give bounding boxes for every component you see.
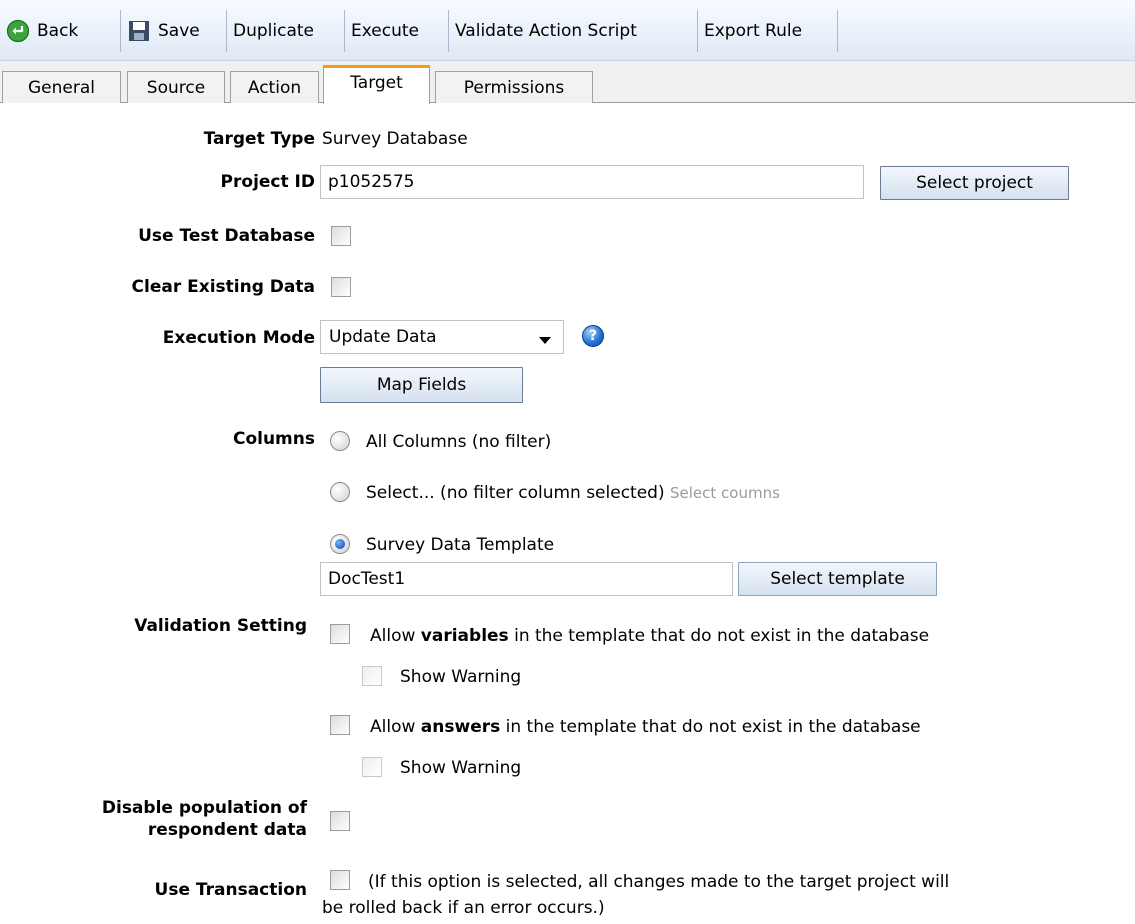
allow-answers-post: in the template that do not exist in the… [500,717,921,737]
tab-source[interactable]: Source [127,71,225,103]
use-transaction-label: Use Transaction [154,880,307,900]
clear-existing-data-checkbox[interactable] [331,277,351,297]
template-input[interactable] [320,562,733,596]
target-type-value: Survey Database [322,129,468,149]
use-transaction-note-line1: (If this option is selected, all changes… [368,872,950,892]
select-project-button[interactable]: Select project [880,166,1069,200]
tab-general[interactable]: General [2,71,121,103]
disable-population-line1: Disable population of [101,798,307,818]
save-button[interactable]: Save [121,10,227,52]
select-columns-text: Select... (no filter column selected) [366,483,665,503]
show-warning-variables-label: Show Warning [400,667,522,687]
survey-data-template-label: Survey Data Template [366,535,555,555]
export-rule-button[interactable]: Export Rule [698,10,838,52]
radio-survey-data-template[interactable] [330,534,350,554]
disable-population-checkbox[interactable] [330,811,350,831]
select-columns-label: Select... (no filter column selected) Se… [366,483,780,503]
show-warning-answers-checkbox[interactable] [362,757,382,777]
duplicate-label: Duplicate [233,21,314,41]
floppy-disk-icon [127,19,151,43]
allow-variables-label: Allow variables in the template that do … [370,626,929,646]
use-test-database-checkbox[interactable] [331,226,351,246]
clear-existing-data-label: Clear Existing Data [131,277,315,297]
execute-label: Execute [351,21,419,41]
disable-population-line2: respondent data [147,820,307,840]
show-warning-answers-label: Show Warning [400,758,522,778]
validate-action-script-button[interactable]: Validate Action Script [449,10,698,52]
execution-mode-value: Update Data [329,327,437,347]
allow-variables-bold: variables [420,626,509,646]
save-label: Save [158,21,200,41]
map-fields-button[interactable]: Map Fields [320,367,523,403]
execution-mode-select[interactable]: Update Data [320,320,564,354]
chevron-down-icon [539,337,551,344]
disable-population-label: Disable population of respondent data [102,797,307,841]
help-icon[interactable]: ? [582,325,604,347]
allow-answers-pre: Allow [370,717,421,737]
execute-button[interactable]: Execute [345,10,449,52]
allow-answers-label: Allow answers in the template that do no… [370,717,921,737]
back-button[interactable]: Back [0,10,121,52]
project-id-input[interactable] [320,165,864,199]
duplicate-button[interactable]: Duplicate [227,10,345,52]
back-arrow-icon [6,19,30,43]
use-transaction-checkbox[interactable] [330,870,350,890]
columns-label: Columns [232,429,315,449]
allow-variables-checkbox[interactable] [330,624,350,644]
use-test-database-label: Use Test Database [138,226,315,246]
project-id-label: Project ID [220,172,315,192]
select-template-button[interactable]: Select template [738,562,937,596]
allow-answers-checkbox[interactable] [330,715,350,735]
toolbar: Back Save Duplicate Execute Validate Act… [0,0,1135,61]
allow-variables-pre: Allow [370,626,421,646]
validation-setting-label: Validation Setting [134,616,307,636]
export-label: Export Rule [704,21,803,41]
execution-mode-label: Execution Mode [162,328,315,348]
radio-all-columns[interactable] [330,431,350,451]
all-columns-label: All Columns (no filter) [366,432,552,452]
allow-answers-bold: answers [420,717,501,737]
back-label: Back [37,21,79,41]
radio-select-columns[interactable] [330,482,350,502]
allow-variables-post: in the template that do not exist in the… [508,626,930,646]
show-warning-variables-checkbox[interactable] [362,666,382,686]
select-columns-link[interactable]: Select coumns [670,484,780,502]
tab-action[interactable]: Action [230,71,319,103]
tab-permissions[interactable]: Permissions [435,71,593,103]
use-transaction-note-line2: be rolled back if an error occurs.) [322,898,605,918]
tab-bar: General Source Action Target Permissions [0,61,1135,104]
tab-target[interactable]: Target [323,65,430,104]
target-type-label: Target Type [203,129,315,149]
validate-label: Validate Action Script [455,21,637,41]
